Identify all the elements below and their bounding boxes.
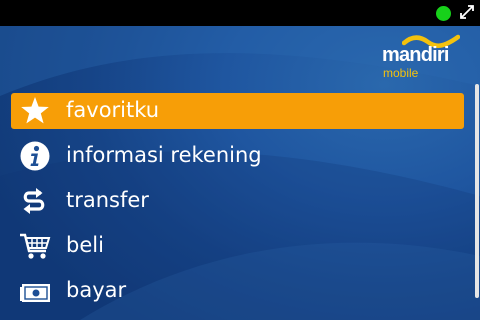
menu-item-label: informasi rekening bbox=[66, 143, 262, 167]
status-dot-icon bbox=[436, 6, 451, 21]
transfer-icon bbox=[23, 188, 45, 214]
menu-item-transfer[interactable]: transfer bbox=[11, 183, 464, 219]
cash-icon bbox=[20, 284, 50, 302]
menu-item-label: beli bbox=[66, 233, 104, 257]
star-icon bbox=[21, 97, 49, 124]
phone-screen: mandiri mobile favoritku informasi reken… bbox=[0, 0, 480, 320]
status-bar bbox=[0, 0, 480, 26]
menu-item-beli[interactable]: beli bbox=[11, 228, 464, 264]
info-icon bbox=[20, 141, 50, 171]
menu-item-label: bayar bbox=[66, 278, 127, 302]
expand-arrows-icon[interactable] bbox=[458, 3, 476, 21]
menu-item-label: transfer bbox=[66, 188, 149, 212]
main-menu: favoritku informasi rekening transfer be… bbox=[0, 26, 480, 320]
menu-item-bayar[interactable]: bayar bbox=[11, 273, 464, 309]
scrollbar[interactable] bbox=[475, 84, 479, 298]
menu-item-favoritku[interactable]: favoritku bbox=[11, 93, 464, 129]
shopping-cart-icon bbox=[20, 233, 51, 259]
menu-item-label: favoritku bbox=[66, 98, 160, 122]
menu-item-informasi-rekening[interactable]: informasi rekening bbox=[11, 138, 464, 174]
app-window: mandiri mobile favoritku informasi reken… bbox=[0, 26, 480, 320]
